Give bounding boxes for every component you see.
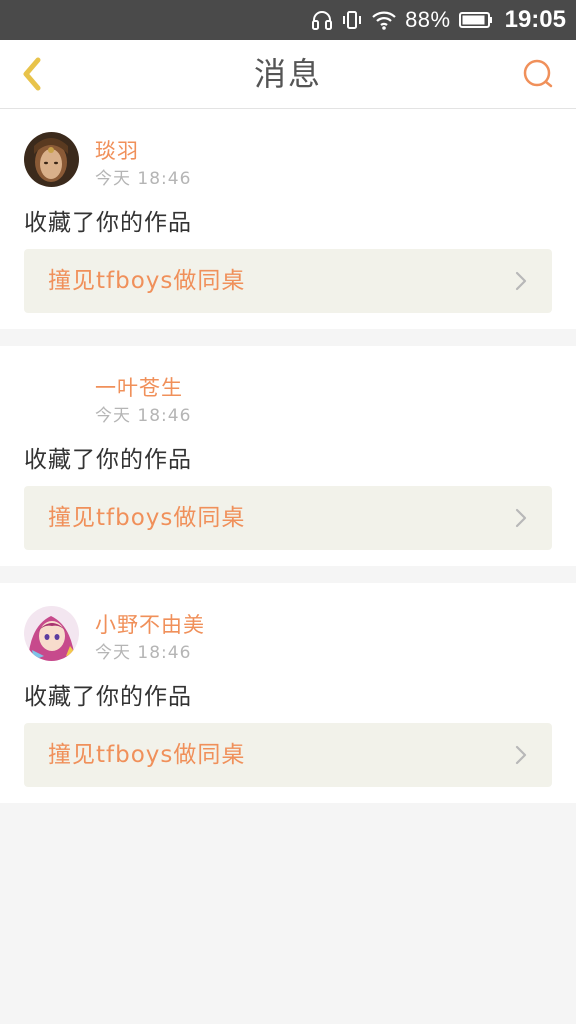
timestamp: 今天 18:46 xyxy=(95,643,192,663)
app-header: 消息 xyxy=(0,40,576,109)
username[interactable]: 琰羽 xyxy=(95,135,139,165)
chevron-right-icon xyxy=(515,745,527,765)
search-icon xyxy=(523,59,553,88)
chevron-right-icon xyxy=(515,271,527,291)
username[interactable]: 一叶苍生 xyxy=(95,372,183,402)
page-title: 消息 xyxy=(253,55,322,93)
timestamp: 今天 18:46 xyxy=(95,406,192,426)
battery-icon xyxy=(458,11,493,29)
status-bar: 88% 19:05 xyxy=(0,0,576,40)
work-title: 撞见tfboys做同桌 xyxy=(48,505,246,531)
work-title: 撞见tfboys做同桌 xyxy=(48,268,246,294)
search-button[interactable] xyxy=(520,56,556,92)
clock: 19:05 xyxy=(504,6,566,33)
message-card: 小野不由美 今天 18:46 收藏了你的作品 撞见tfboys做同桌 xyxy=(0,583,576,803)
action-text: 收藏了你的作品 xyxy=(24,684,192,710)
wifi-icon xyxy=(371,9,397,31)
work-link[interactable]: 撞见tfboys做同桌 xyxy=(24,249,552,313)
battery-percent: 88% xyxy=(405,7,451,32)
message-card: 琰羽 今天 18:46 收藏了你的作品 撞见tfboys做同桌 xyxy=(0,109,576,329)
avatar[interactable] xyxy=(24,606,79,661)
action-text: 收藏了你的作品 xyxy=(24,447,192,473)
chevron-right-icon xyxy=(515,508,527,528)
username[interactable]: 小野不由美 xyxy=(95,609,205,639)
work-link[interactable]: 撞见tfboys做同桌 xyxy=(24,723,552,787)
action-text: 收藏了你的作品 xyxy=(24,210,192,236)
vibrate-icon xyxy=(341,9,363,31)
message-list: 琰羽 今天 18:46 收藏了你的作品 撞见tfboys做同桌 一叶苍生 今天 … xyxy=(0,109,576,820)
avatar[interactable] xyxy=(24,369,79,424)
work-title: 撞见tfboys做同桌 xyxy=(48,742,246,768)
headphones-icon xyxy=(311,9,333,31)
timestamp: 今天 18:46 xyxy=(95,169,192,189)
work-link[interactable]: 撞见tfboys做同桌 xyxy=(24,486,552,550)
avatar[interactable] xyxy=(24,132,79,187)
status-icons: 88% 19:05 xyxy=(311,0,566,40)
message-card: 一叶苍生 今天 18:46 收藏了你的作品 撞见tfboys做同桌 xyxy=(0,346,576,566)
